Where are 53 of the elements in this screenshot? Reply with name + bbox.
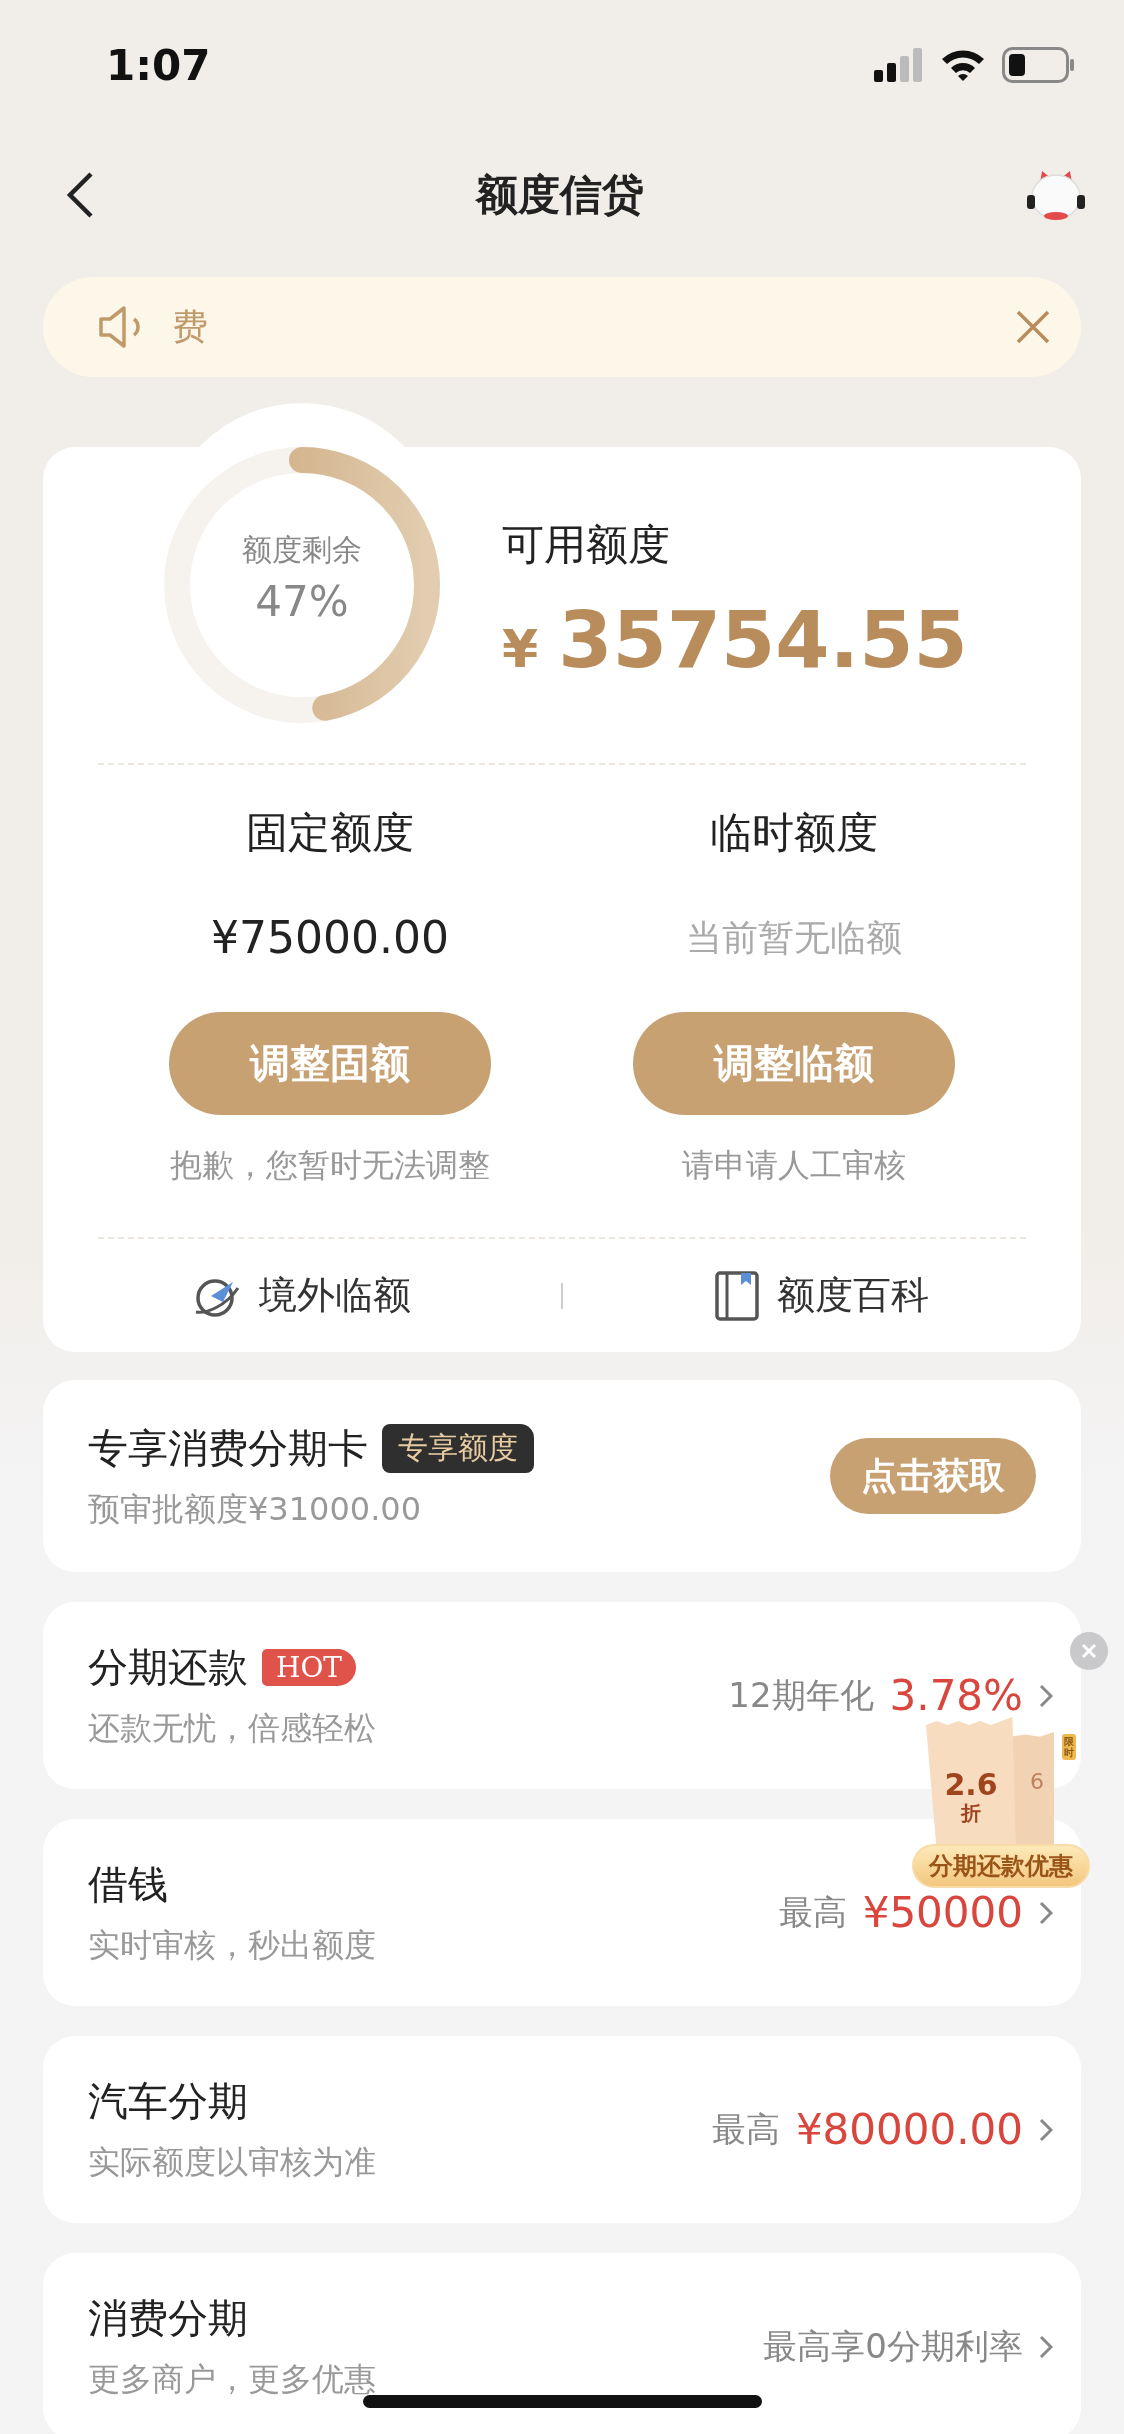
page-title: 额度信贷	[476, 169, 644, 221]
book-icon	[715, 1270, 759, 1321]
product-title: 消费分期	[88, 2294, 248, 2343]
product-title: 分期还款	[88, 1643, 248, 1692]
exclusive-title: 专享消费分期卡	[88, 1423, 368, 1473]
quick-link[interactable]: 境外临额	[193, 1270, 411, 1321]
product-prefix: 12期年化	[728, 1673, 874, 1717]
battery-icon	[1002, 47, 1074, 83]
currency-symbol: ¥	[502, 619, 539, 679]
limit-note: 请申请人工审核	[682, 1145, 906, 1185]
ring-percent: 47%	[255, 577, 349, 626]
limit-note: 抱歉，您暂时无法调整	[170, 1145, 490, 1185]
close-icon	[1081, 1643, 1097, 1659]
wifi-icon	[940, 48, 986, 82]
product-subtitle: 还款无忧，倍感轻松	[88, 1708, 376, 1749]
product-row[interactable]: 消费分期 更多商户，更多优惠 最高享0分期利率	[43, 2253, 1081, 2434]
product-row[interactable]: 汽车分期 实际额度以审核为准 最高 ¥80000.00	[43, 2036, 1081, 2223]
product-prefix: 最高	[778, 1890, 847, 1934]
product-value: ¥50000	[862, 1888, 1023, 1937]
quick-link-label: 额度百科	[777, 1272, 929, 1319]
stamp-text: 限时	[1062, 1734, 1076, 1760]
status-time: 1:07	[106, 40, 211, 90]
limit-value: 当前暂无临额	[686, 916, 902, 960]
product-subtitle: 实际额度以审核为准	[88, 2142, 376, 2183]
product-prefix: 最高	[711, 2107, 780, 2151]
product-value: ¥80000.00	[795, 2105, 1023, 2154]
available-label: 可用额度	[502, 519, 671, 571]
product-subtitle: 更多商户，更多优惠	[88, 2359, 376, 2400]
product-subtitle: 实时审核，秒出额度	[88, 1925, 376, 1966]
exclusive-tag: 专享额度	[382, 1423, 534, 1473]
signal-icon	[874, 48, 924, 82]
available-amount: 35754.55	[558, 595, 968, 685]
promo-label[interactable]: 分期还款优惠	[912, 1844, 1090, 1888]
mascot-icon[interactable]	[1026, 169, 1086, 221]
limit-value: ¥75000.00	[211, 913, 449, 963]
ring-label: 额度剩余	[242, 531, 362, 569]
limit-title: 临时额度	[710, 810, 878, 856]
chevron-icon	[1039, 2334, 1053, 2359]
chevron-icon	[1039, 1683, 1053, 1708]
product-title: 借钱	[88, 1860, 168, 1909]
back-icon[interactable]	[66, 171, 94, 219]
hot-tag: HOT	[262, 1649, 357, 1686]
chevron-icon	[1039, 1900, 1053, 1925]
close-icon[interactable]	[1015, 309, 1051, 345]
product-title: 汽车分期	[88, 2077, 248, 2126]
quick-link-label: 境外临额	[259, 1272, 411, 1319]
exclusive-subtitle: 预审批额度¥31000.00	[88, 1488, 423, 1530]
limit-title: 固定额度	[246, 810, 414, 856]
quick-link[interactable]: 额度百科	[715, 1270, 929, 1321]
product-prefix: 最高享0分期利率	[763, 2324, 1023, 2368]
chevron-icon	[1039, 2117, 1053, 2142]
notice-text: 费	[172, 304, 209, 349]
product-value: 3.78%	[889, 1671, 1023, 1720]
